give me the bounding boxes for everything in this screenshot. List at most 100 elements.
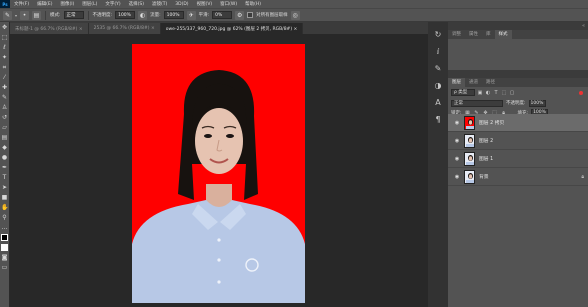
eraser-icon[interactable]: ▱ xyxy=(1,124,8,131)
marquee-icon[interactable]: ⬚ xyxy=(1,34,8,41)
adjustments-panel: 调整 属性 库 样式 xyxy=(448,30,588,70)
brush-presets-icon[interactable]: ✎ xyxy=(433,64,443,74)
tool-preset-brush-icon[interactable]: ✎ xyxy=(3,10,12,20)
tab-layers[interactable]: 图层 xyxy=(448,78,465,87)
tab-label: 2535 @ 66.7% (RGB/8#) × xyxy=(93,26,155,31)
visibility-eye-icon[interactable]: ◉ xyxy=(454,138,460,144)
layer-thumbnail xyxy=(464,115,475,130)
brush-icon[interactable]: ✎ xyxy=(1,94,8,101)
zoom-icon[interactable]: ⚲ xyxy=(1,214,8,221)
quick-mask-icon[interactable]: ◙ xyxy=(1,254,8,261)
menu-type[interactable]: 文字(Y) xyxy=(101,1,124,7)
canvas-area[interactable] xyxy=(10,34,428,307)
tab-adjustments[interactable]: 调整 xyxy=(448,30,465,39)
sample-all-layers-label: 对所有图层取样 xyxy=(256,13,288,18)
menu-file[interactable]: 文件(F) xyxy=(10,1,33,7)
blur-icon[interactable]: ◆ xyxy=(1,144,8,151)
dodge-icon[interactable]: ● xyxy=(1,154,8,161)
menu-image[interactable]: 图像(I) xyxy=(56,1,78,7)
more-tools-icon[interactable]: … xyxy=(1,224,8,231)
tab-styles[interactable]: 样式 xyxy=(494,30,512,39)
opacity-field[interactable]: 100% xyxy=(115,11,136,19)
layer-row[interactable]: ◉ 图层 2 xyxy=(448,132,588,150)
menu-edit[interactable]: 编辑(E) xyxy=(33,1,56,7)
blend-mode-select[interactable]: 正常 xyxy=(451,99,503,107)
move-icon[interactable]: ✥ xyxy=(1,24,8,31)
document-canvas[interactable] xyxy=(132,44,305,303)
gradient-icon[interactable]: ▤ xyxy=(1,134,8,141)
mode-label: 模式: xyxy=(50,13,61,18)
paragraph-icon[interactable]: ¶ xyxy=(433,115,443,125)
tab-paths[interactable]: 路径 xyxy=(482,78,499,87)
layer-row[interactable]: ◉ 图层 1 xyxy=(448,150,588,168)
tab-label: 未标题-1 @ 66.7% (RGB/8#) × xyxy=(15,26,83,32)
visibility-eye-icon[interactable]: ◉ xyxy=(454,120,460,126)
pressure-opacity-icon[interactable]: ◐ xyxy=(138,10,148,20)
foreground-color-swatch[interactable] xyxy=(1,234,8,241)
id-photo-image xyxy=(132,44,305,303)
hand-icon[interactable]: ✋ xyxy=(1,204,8,211)
menu-filter[interactable]: 滤镜(T) xyxy=(148,1,171,7)
layer-opacity-field[interactable]: 100% xyxy=(528,99,546,107)
filter-toggle-icon[interactable] xyxy=(579,90,583,95)
chevron-down-icon[interactable]: ▾ xyxy=(15,13,17,18)
sample-all-layers-checkbox[interactable] xyxy=(247,12,254,18)
tab-document-active[interactable]: owe-255/337_960_720.jpg @ 62% (图层 2 拷贝, … xyxy=(160,23,304,34)
menu-layer[interactable]: 图层(L) xyxy=(78,1,101,7)
tab-libraries[interactable]: 库 xyxy=(482,30,495,39)
brush-size-icon[interactable]: • xyxy=(20,10,30,20)
filter-adjustment-icon[interactable]: ◐ xyxy=(485,90,491,96)
path-select-icon[interactable]: ➤ xyxy=(1,184,8,191)
type-icon[interactable]: T xyxy=(1,174,8,181)
flow-field[interactable]: 100% xyxy=(163,11,184,19)
eyedropper-icon[interactable]: ⁄ xyxy=(1,74,8,81)
layer-row[interactable]: ◉ 背景 🔒︎ xyxy=(448,168,588,186)
clone-stamp-icon[interactable]: ♙ xyxy=(1,104,8,111)
tools-panel: ✥ ⬚ ℓ ✦ ⌗ ⁄ ✚ ✎ ♙ ↺ ▱ ▤ ◆ ● ✒ T ➤ ■ ✋ ⚲ … xyxy=(0,22,10,307)
filter-pixel-icon[interactable]: ▣ xyxy=(477,90,483,96)
tab-document-2[interactable]: 2535 @ 66.7% (RGB/8#) × xyxy=(88,23,161,34)
airbrush-icon[interactable]: ✈ xyxy=(186,10,196,20)
visibility-eye-icon[interactable]: ◉ xyxy=(454,174,460,180)
flow-label: 流量: xyxy=(150,13,161,18)
layer-name: 背景 xyxy=(479,175,489,180)
menu-bar: Ps 文件(F) 编辑(E) 图像(I) 图层(L) 文字(Y) 选择(S) 滤… xyxy=(0,0,588,8)
history-icon[interactable]: ↻ xyxy=(433,30,443,40)
smoothing-field[interactable]: 0% xyxy=(212,11,233,19)
layer-opacity-label: 不透明度: xyxy=(506,101,526,106)
filter-type-icon[interactable]: T xyxy=(493,90,499,96)
tab-properties[interactable]: 属性 xyxy=(465,30,482,39)
healing-icon[interactable]: ✚ xyxy=(1,84,8,91)
background-color-swatch[interactable] xyxy=(1,244,8,251)
layers-tabs: 图层 通道 路径 xyxy=(448,78,588,87)
filter-shape-icon[interactable]: ⬚ xyxy=(501,90,507,96)
menu-help[interactable]: 帮助(H) xyxy=(241,1,265,7)
character-icon[interactable]: A xyxy=(433,98,443,108)
collapse-panels-icon[interactable]: « xyxy=(582,23,585,29)
filter-smart-object-icon[interactable]: ▢ xyxy=(509,90,515,96)
visibility-eye-icon[interactable]: ◉ xyxy=(454,156,460,162)
menu-window[interactable]: 窗口(W) xyxy=(216,1,241,7)
brush-settings-icon[interactable]: ▤ xyxy=(32,10,42,20)
menu-select[interactable]: 选择(S) xyxy=(125,1,148,7)
menu-3d[interactable]: 3D(D) xyxy=(171,2,192,7)
lasso-icon[interactable]: ℓ xyxy=(1,44,8,51)
pen-icon[interactable]: ✒ xyxy=(1,164,8,171)
layer-list: ◉ 图层 2 拷贝 ◉ 图层 2 ◉ 图层 1 ◉ 背景 🔒︎ xyxy=(448,114,588,186)
screen-mode-icon[interactable]: ▭ xyxy=(1,264,8,271)
menu-view[interactable]: 视图(V) xyxy=(193,1,217,7)
filter-kind-select[interactable]: ρ 类型 xyxy=(451,89,475,96)
layer-name: 图层 2 xyxy=(479,139,494,144)
tab-document-1[interactable]: 未标题-1 @ 66.7% (RGB/8#) × xyxy=(10,23,89,34)
mode-select[interactable]: 正常 xyxy=(63,11,84,19)
tab-channels[interactable]: 通道 xyxy=(465,78,482,87)
history-brush-icon[interactable]: ↺ xyxy=(1,114,8,121)
rectangle-icon[interactable]: ■ xyxy=(1,194,8,201)
crop-icon[interactable]: ⌗ xyxy=(1,64,8,71)
quick-select-icon[interactable]: ✦ xyxy=(1,54,8,61)
adjustments-icon[interactable]: ◑ xyxy=(433,81,443,91)
pressure-size-icon[interactable]: ◎ xyxy=(290,10,300,20)
smoothing-gear-icon[interactable]: ⚙ xyxy=(235,10,245,20)
layer-row[interactable]: ◉ 图层 2 拷贝 xyxy=(448,114,588,132)
properties-icon[interactable]: ⅈ xyxy=(433,47,443,57)
